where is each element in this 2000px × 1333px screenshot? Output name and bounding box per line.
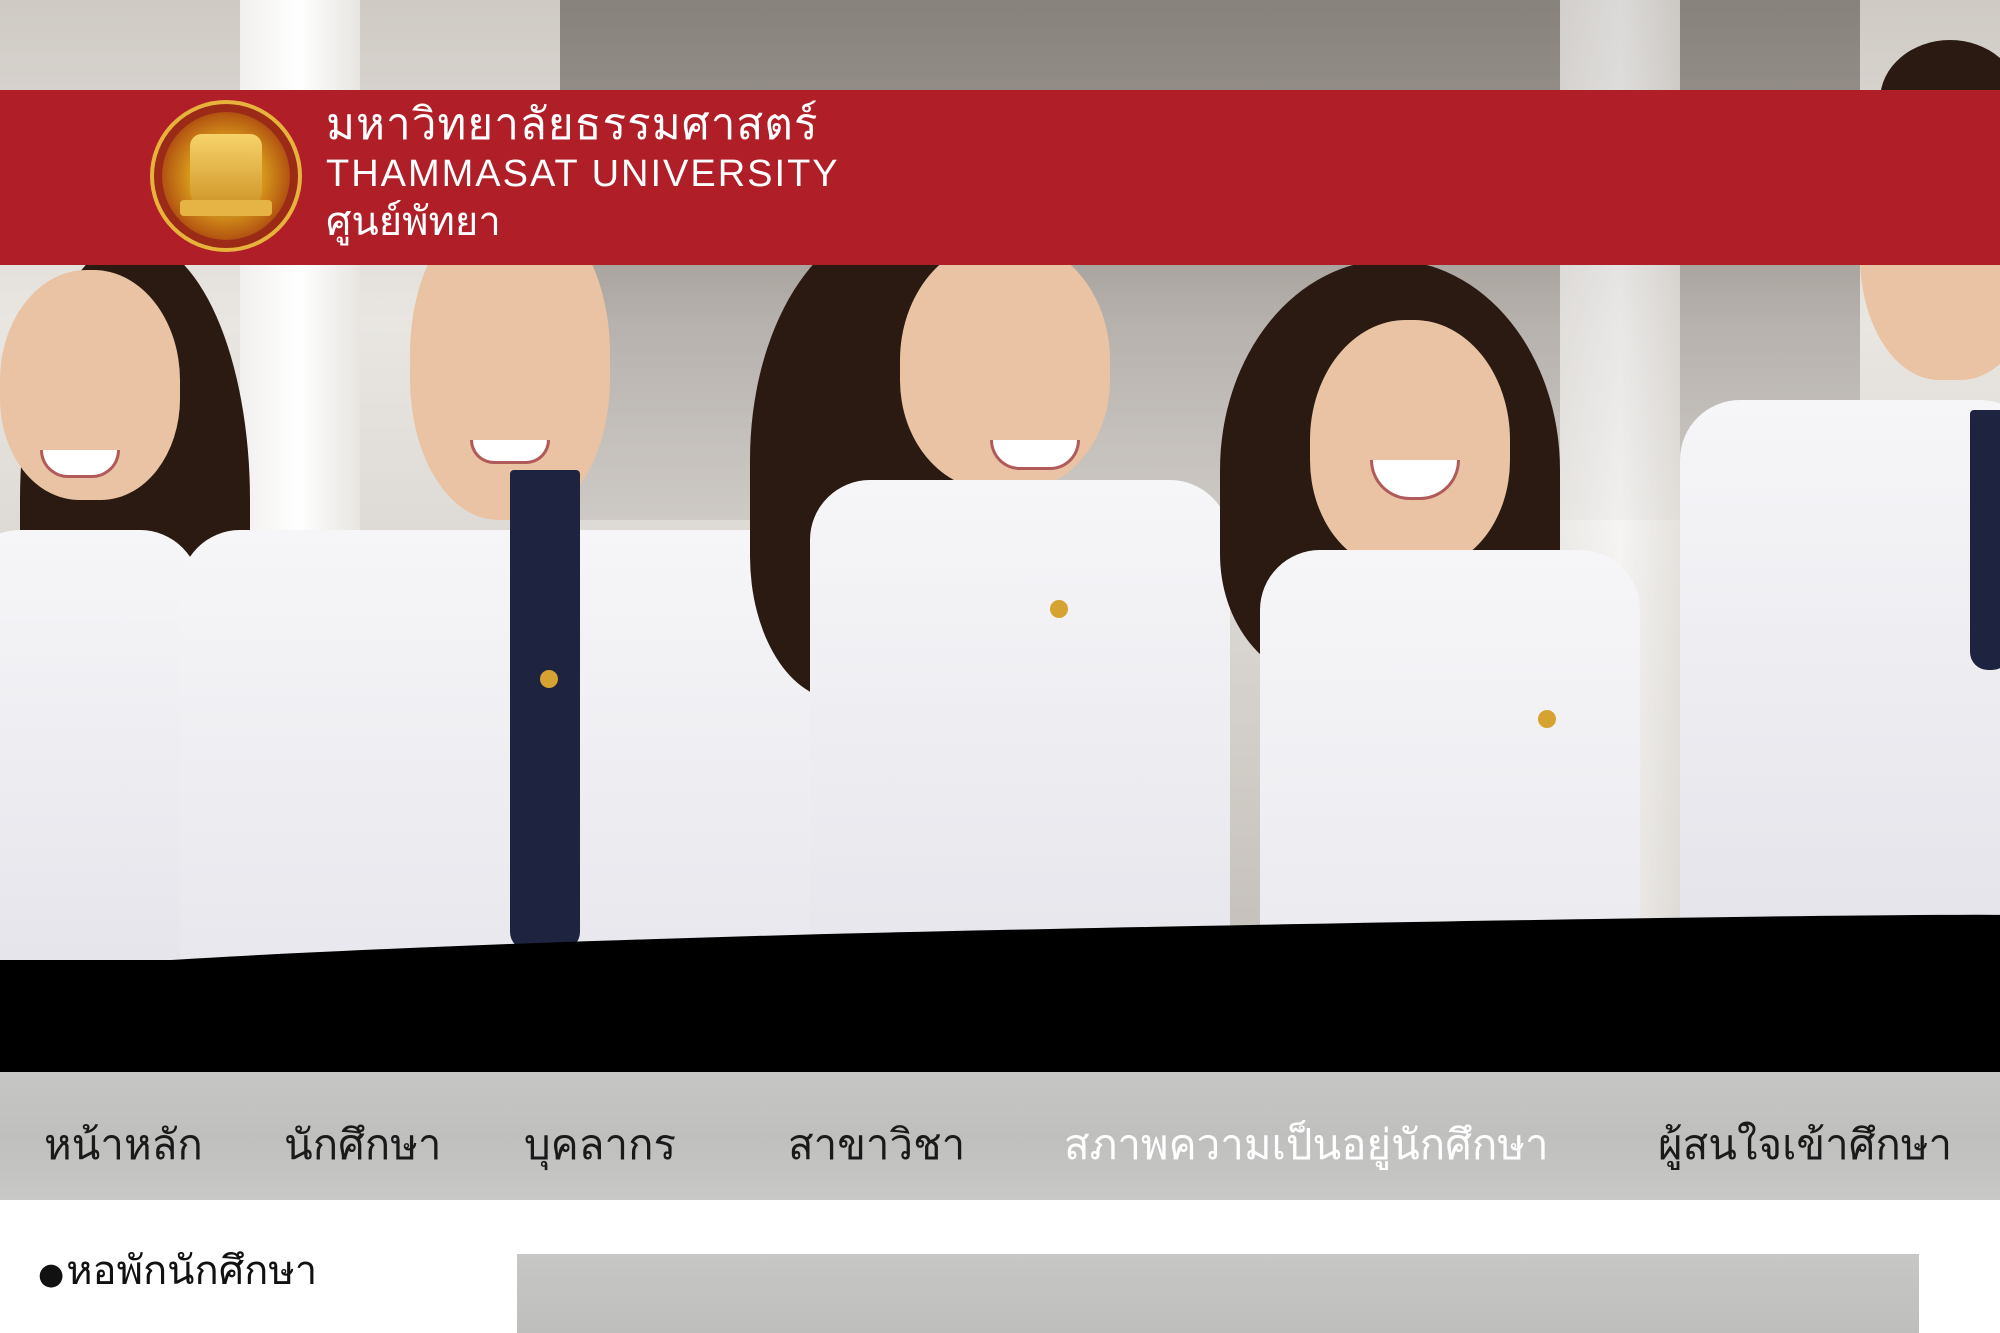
university-name-en: THAMMASAT UNIVERSITY: [326, 153, 840, 195]
brand-title: มหาวิทยาลัยธรรมศาสตร์ THAMMASAT UNIVERSI…: [326, 98, 840, 248]
nav-item-home[interactable]: หน้าหลัก: [44, 1112, 203, 1178]
nav-item-admissions[interactable]: ผู้สนใจเข้าศึกษา: [1658, 1112, 1952, 1178]
nav-item-student-life[interactable]: สภาพความเป็นอยู่นักศึกษา: [1064, 1112, 1549, 1178]
sidebar-item-dormitory[interactable]: ●หอพักนักศึกษา: [38, 1238, 317, 1302]
sidebar-item-label: หอพักนักศึกษา: [66, 1248, 318, 1294]
main-navigation: หน้าหลัก นักศึกษา บุคลากร สาขาวิชา สภาพค…: [0, 1072, 2000, 1200]
thammasat-seal-icon[interactable]: [150, 100, 302, 252]
nav-item-students[interactable]: นักศึกษา: [284, 1112, 442, 1178]
nav-item-programs[interactable]: สาขาวิชา: [788, 1112, 965, 1178]
campus-name: ศูนย์พัทยา: [326, 199, 501, 245]
hero-black-band: [0, 960, 2000, 1072]
nav-item-staff[interactable]: บุคลากร: [524, 1112, 676, 1178]
bullet-icon: ●: [38, 1257, 65, 1292]
university-name-th: มหาวิทยาลัยธรรมศาสตร์: [326, 99, 819, 150]
content-panel: [517, 1254, 1919, 1333]
